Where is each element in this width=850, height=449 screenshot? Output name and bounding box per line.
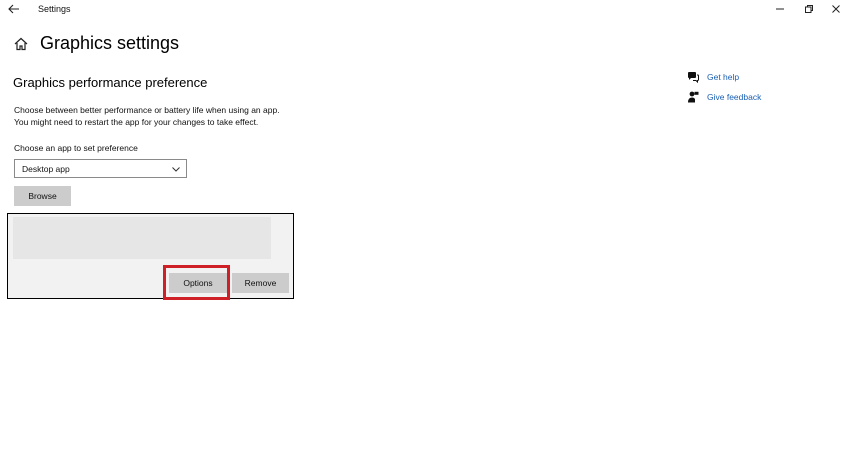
back-button[interactable] (6, 2, 22, 16)
minimize-icon (776, 8, 784, 10)
section-heading: Graphics performance preference (13, 75, 208, 90)
description-line-2: You might need to restart the app for yo… (14, 117, 259, 127)
get-help-link[interactable]: Get help (687, 70, 739, 84)
browse-button[interactable]: Browse (14, 186, 71, 206)
chat-bubble-icon (687, 71, 699, 83)
remove-button[interactable]: Remove (232, 273, 289, 293)
app-list-panel: Options Remove (7, 213, 294, 300)
restore-icon (805, 5, 813, 13)
back-arrow-icon (8, 4, 19, 14)
app-type-dropdown[interactable]: Desktop app (14, 159, 187, 178)
feedback-person-icon (687, 91, 699, 103)
close-icon (832, 5, 840, 13)
give-feedback-label[interactable]: Give feedback (707, 92, 761, 102)
description-line-1: Choose between better performance or bat… (14, 105, 280, 115)
get-help-label[interactable]: Get help (707, 72, 739, 82)
options-button[interactable]: Options (169, 273, 227, 293)
title-bar: Settings (0, 0, 850, 20)
window-title: Settings (38, 4, 71, 14)
chevron-down-icon (172, 167, 180, 172)
give-feedback-link[interactable]: Give feedback (687, 90, 761, 104)
minimize-button[interactable] (771, 2, 789, 16)
dropdown-selected-value: Desktop app (22, 164, 70, 174)
choose-app-label: Choose an app to set preference (14, 143, 138, 153)
home-icon[interactable] (13, 36, 29, 52)
close-button[interactable] (827, 2, 845, 16)
restore-button[interactable] (800, 2, 818, 16)
page-title: Graphics settings (40, 33, 180, 53)
app-list-item[interactable] (13, 217, 271, 259)
